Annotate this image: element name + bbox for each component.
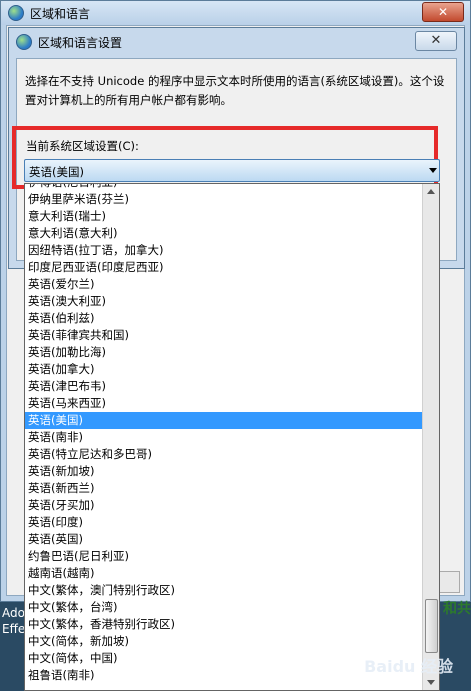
desktop-text-1: Ado: [2, 606, 25, 620]
dropdown-item[interactable]: 中文(繁体，澳门特别行政区): [25, 582, 422, 599]
dropdown-item[interactable]: 英语(伯利兹): [25, 310, 422, 327]
chevron-down-icon: [429, 168, 437, 173]
desktop-text-right: 和共: [443, 601, 471, 617]
scroll-up-icon[interactable]: [427, 189, 435, 194]
dialog-close-button[interactable]: ✕: [415, 31, 457, 51]
dropdown-item[interactable]: 约鲁巴语(尼日利亚): [25, 548, 422, 565]
dropdown-items: 伊博语(尼日利亚)伊纳里萨米语(芬兰)意大利语(瑞士)意大利语(意大利)因纽特语…: [25, 184, 422, 684]
dropdown-item[interactable]: 英语(澳大利亚): [25, 293, 422, 310]
dropdown-item[interactable]: 英语(爱尔兰): [25, 276, 422, 293]
dropdown-item[interactable]: 英语(特立尼达和多巴哥): [25, 446, 422, 463]
dropdown-item[interactable]: 英语(牙买加): [25, 497, 422, 514]
dropdown-item[interactable]: 中文(繁体，台湾): [25, 599, 422, 616]
baidu-watermark: Baidu 经验: [364, 657, 453, 676]
dropdown-item[interactable]: 伊纳里萨米语(芬兰): [25, 191, 422, 208]
dropdown-item[interactable]: 伊博语(尼日利亚): [25, 184, 422, 191]
dropdown-item[interactable]: 英语(印度): [25, 514, 422, 531]
scroll-down-icon[interactable]: [427, 680, 435, 685]
dropdown-item[interactable]: 祖鲁语(南非): [25, 667, 422, 684]
globe-icon: [16, 34, 32, 50]
outer-close-button[interactable]: ✕: [422, 2, 464, 22]
scrollbar-thumb[interactable]: [425, 599, 438, 653]
dropdown-item[interactable]: 中文(简体，新加坡): [25, 633, 422, 650]
dropdown-item[interactable]: 中文(繁体，香港特别行政区): [25, 616, 422, 633]
dialog-description: 选择在不支持 Unicode 的程序中显示文本时所使用的语言(系统区域设置)。这…: [25, 74, 445, 107]
globe-icon: [8, 5, 24, 21]
locale-dropdown-list[interactable]: 伊博语(尼日利亚)伊纳里萨米语(芬兰)意大利语(瑞士)意大利语(意大利)因纽特语…: [24, 183, 440, 691]
dropdown-item[interactable]: 越南语(越南): [25, 565, 422, 582]
dropdown-scrollbar[interactable]: [422, 184, 439, 690]
dropdown-item[interactable]: 意大利语(意大利): [25, 225, 422, 242]
system-locale-label: 当前系统区域设置(C):: [26, 139, 139, 153]
dropdown-item[interactable]: 英语(津巴布韦): [25, 378, 422, 395]
dropdown-item[interactable]: 因纽特语(拉丁语，加拿大): [25, 242, 422, 259]
dropdown-item[interactable]: 英语(马来西亚): [25, 395, 422, 412]
dropdown-item[interactable]: 英语(英国): [25, 531, 422, 548]
outer-window-title: 区域和语言: [30, 6, 91, 21]
dropdown-item[interactable]: 英语(菲律宾共和国): [25, 327, 422, 344]
dialog-titlebar: 区域和语言设置 ✕: [9, 28, 464, 56]
system-locale-value: 英语(美国): [29, 165, 84, 179]
dropdown-item[interactable]: 英语(南非): [25, 429, 422, 446]
outer-titlebar: 区域和语言 ✕: [1, 1, 470, 25]
dropdown-item[interactable]: 英语(加拿大): [25, 361, 422, 378]
dialog-title: 区域和语言设置: [38, 35, 123, 50]
dropdown-item[interactable]: 英语(新加坡): [25, 463, 422, 480]
dropdown-item[interactable]: 中文(简体，中国): [25, 650, 422, 667]
dropdown-item[interactable]: 英语(加勒比海): [25, 344, 422, 361]
dropdown-item[interactable]: 英语(美国): [25, 412, 422, 429]
dropdown-item[interactable]: 印度尼西亚语(印度尼西亚): [25, 259, 422, 276]
dropdown-item[interactable]: 英语(新西兰): [25, 480, 422, 497]
dropdown-item[interactable]: 意大利语(瑞士): [25, 208, 422, 225]
system-locale-select[interactable]: 英语(美国): [24, 159, 440, 182]
desktop-text-2: Effe: [2, 622, 26, 636]
